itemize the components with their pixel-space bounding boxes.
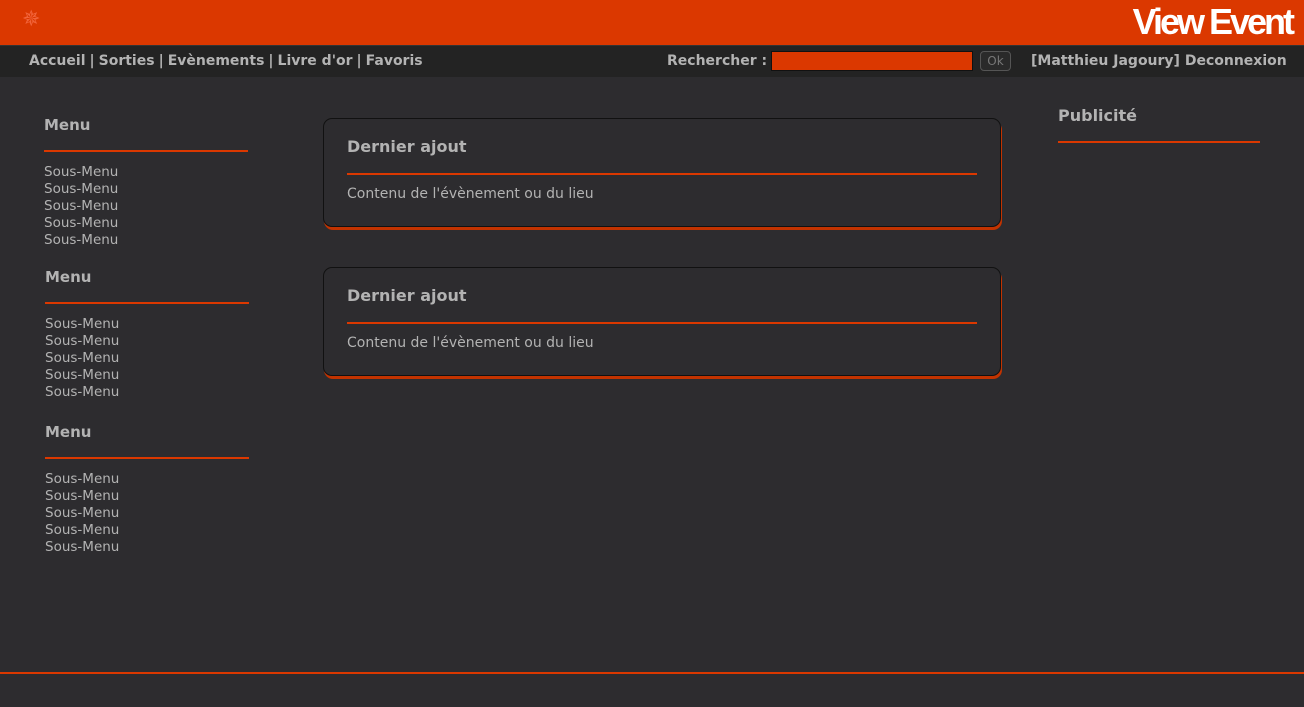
search-ok-button[interactable]: Ok [980, 51, 1011, 71]
logo[interactable]: View Event [1133, 2, 1295, 42]
ads-title: Publicité [1058, 106, 1138, 125]
nav-accueil[interactable]: Accueil [29, 53, 86, 69]
submenu-item[interactable]: Sous-Menu [44, 215, 248, 232]
sidebar-menu: Menu Sous-Menu Sous-Menu Sous-Menu Sous-… [45, 423, 249, 556]
card-title: Dernier ajout [347, 286, 467, 305]
sidebar-menu: Menu Sous-Menu Sous-Menu Sous-Menu Sous-… [44, 116, 248, 249]
search-label: Rechercher : [667, 53, 768, 69]
submenu-item[interactable]: Sous-Menu [45, 522, 249, 539]
main-nav: Accueil | Sorties | Evènements | Livre d'or | Fa… [29, 53, 423, 69]
card-content: Contenu de l'évènement ou du lieu [347, 186, 594, 202]
nav-favoris[interactable]: Favoris [366, 53, 423, 69]
nav-sorties[interactable]: Sorties [99, 53, 155, 69]
submenu-item[interactable]: Sous-Menu [45, 350, 249, 367]
content-card: Dernier ajout Contenu de l'évènement ou … [323, 118, 1001, 227]
logout-link[interactable]: Deconnexion [1185, 53, 1287, 69]
submenu-item[interactable]: Sous-Menu [45, 488, 249, 505]
submenu-item[interactable]: Sous-Menu [45, 333, 249, 350]
separator: | [89, 53, 95, 69]
submenu-item[interactable]: Sous-Menu [44, 232, 248, 249]
sidebar-menu: Menu Sous-Menu Sous-Menu Sous-Menu Sous-… [45, 268, 249, 401]
separator: | [158, 53, 164, 69]
submenu-item[interactable]: Sous-Menu [45, 316, 249, 333]
submenu-item[interactable]: Sous-Menu [45, 367, 249, 384]
search-input[interactable] [771, 51, 973, 71]
submenu-item[interactable]: Sous-Menu [44, 198, 248, 215]
content-card: Dernier ajout Contenu de l'évènement ou … [323, 267, 1001, 376]
separator: | [268, 53, 274, 69]
divider [347, 322, 977, 324]
divider [45, 302, 249, 304]
divider [44, 150, 248, 152]
nav-bar: Accueil | Sorties | Evènements | Livre d'or | Fa… [0, 45, 1304, 77]
menu-title: Menu [44, 116, 91, 134]
submenu-item[interactable]: Sous-Menu [45, 539, 249, 556]
nav-evenements[interactable]: Evènements [168, 53, 265, 69]
header: ✵ View Event [0, 0, 1304, 45]
divider [45, 457, 249, 459]
menu-title: Menu [45, 268, 92, 286]
submenu-item[interactable]: Sous-Menu [44, 181, 248, 198]
card-title: Dernier ajout [347, 137, 467, 156]
separator: | [356, 53, 362, 69]
nav-livre-dor[interactable]: Livre d'or [278, 53, 353, 69]
ads-panel: Publicité [1058, 106, 1260, 143]
submenu-item[interactable]: Sous-Menu [45, 471, 249, 488]
user-area: [Matthieu Jagoury] Deconnexion [1031, 53, 1287, 69]
user-name[interactable]: [Matthieu Jagoury] [1031, 53, 1180, 69]
gear-icon: ✵ [22, 7, 41, 32]
divider [1058, 141, 1260, 143]
footer-divider [0, 672, 1304, 674]
submenu-item[interactable]: Sous-Menu [44, 164, 248, 181]
card-content: Contenu de l'évènement ou du lieu [347, 335, 594, 351]
submenu-item[interactable]: Sous-Menu [45, 384, 249, 401]
menu-title: Menu [45, 423, 92, 441]
divider [347, 173, 977, 175]
submenu-item[interactable]: Sous-Menu [45, 505, 249, 522]
